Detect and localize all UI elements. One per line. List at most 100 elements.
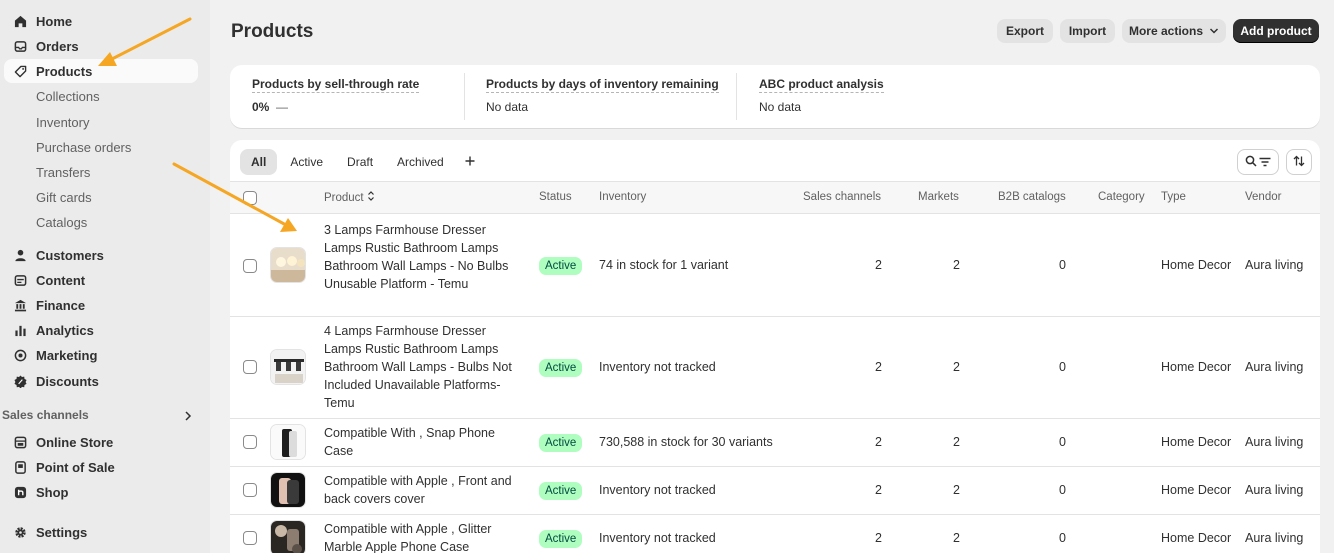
product-thumbnail <box>270 424 306 460</box>
sidebar-item-label: Point of Sale <box>36 459 115 475</box>
discount-icon <box>4 374 36 388</box>
metric-value: No data <box>486 100 529 114</box>
vendor-value: Aura living <box>1245 483 1304 497</box>
sales-channels-value: 2 <box>875 531 882 545</box>
product-name[interactable]: Compatible With , Snap Phone Case <box>324 424 514 460</box>
tab-draft[interactable]: Draft <box>336 149 384 175</box>
sales-channels-value: 2 <box>875 258 882 272</box>
table-row[interactable]: 4 Lamps Farmhouse Dresser Lamps Rustic B… <box>230 317 1320 419</box>
column-status[interactable]: Status <box>539 191 572 203</box>
inventory-value: Inventory not tracked <box>599 360 716 374</box>
sidebar-subitem-transfers[interactable]: Transfers <box>36 162 90 182</box>
tab-archived[interactable]: Archived <box>386 149 455 175</box>
b2b-value: 0 <box>1059 360 1066 374</box>
export-button[interactable]: Export <box>997 19 1053 43</box>
sidebar-item-settings[interactable]: Settings <box>4 520 198 544</box>
column-inventory[interactable]: Inventory <box>599 191 646 203</box>
add-product-button[interactable]: Add product <box>1233 19 1319 43</box>
inbox-icon <box>4 40 36 53</box>
column-type[interactable]: Type <box>1161 191 1186 203</box>
sidebar-subitem-inventory[interactable]: Inventory <box>36 112 89 132</box>
metric-title: Products by days of inventory remaining <box>486 77 719 93</box>
sidebar-item-discounts[interactable]: Discounts <box>4 369 198 393</box>
row-checkbox[interactable] <box>243 483 257 497</box>
column-vendor[interactable]: Vendor <box>1245 191 1281 203</box>
sidebar-item-label: Marketing <box>36 347 98 363</box>
sidebar-item-online-store[interactable]: Online Store <box>4 430 198 454</box>
status-badge: Active <box>539 482 583 500</box>
column-sales-channels[interactable]: Sales channels <box>803 191 881 203</box>
sidebar-item-analytics[interactable]: Analytics <box>4 318 198 342</box>
row-checkbox[interactable] <box>243 259 257 273</box>
tab-active[interactable]: Active <box>279 149 334 175</box>
person-icon <box>4 249 36 262</box>
sidebar-item-label: Analytics <box>36 322 94 338</box>
sales-channels-heading[interactable]: Sales channels <box>2 408 89 422</box>
sidebar-item-point-of-sale[interactable]: Point of Sale <box>4 455 198 479</box>
metric-value: No data <box>759 100 802 114</box>
import-button[interactable]: Import <box>1060 19 1115 43</box>
metrics-card: Products by sell-through rate 0% — Produ… <box>230 65 1320 128</box>
vendor-value: Aura living <box>1245 435 1304 449</box>
more-actions-button[interactable]: More actions <box>1122 19 1226 43</box>
sidebar-item-customers[interactable]: Customers <box>4 243 198 267</box>
sidebar-item-home[interactable]: Home <box>4 9 198 33</box>
sidebar-item-label: Home <box>36 13 73 29</box>
product-thumbnail <box>270 349 306 385</box>
select-all-checkbox[interactable] <box>243 191 257 205</box>
home-icon <box>4 15 36 28</box>
column-category[interactable]: Category <box>1098 191 1145 203</box>
product-name[interactable]: 3 Lamps Farmhouse Dresser Lamps Rustic B… <box>324 221 514 293</box>
bank-icon <box>4 299 36 312</box>
column-product[interactable]: Product <box>324 191 375 204</box>
search-filter-button[interactable] <box>1237 149 1279 175</box>
type-value: Home Decor <box>1161 360 1232 374</box>
b2b-value: 0 <box>1059 483 1066 497</box>
row-checkbox[interactable] <box>243 360 257 374</box>
row-checkbox[interactable] <box>243 435 257 449</box>
type-value: Home Decor <box>1161 258 1232 272</box>
sort-button[interactable] <box>1286 149 1312 175</box>
type-value: Home Decor <box>1161 483 1232 497</box>
sort-icon <box>1293 155 1305 170</box>
product-name[interactable]: Compatible with Apple , Glitter Marble A… <box>324 520 514 553</box>
sidebar-subitem-purchase-orders[interactable]: Purchase orders <box>36 137 131 157</box>
sidebar-item-label: Settings <box>36 524 88 540</box>
sidebar-subitem-collections[interactable]: Collections <box>36 86 100 106</box>
sidebar-item-label: Orders <box>36 38 79 54</box>
table-row[interactable]: Compatible with Apple , Glitter Marble A… <box>230 515 1320 553</box>
sidebar-item-marketing[interactable]: Marketing <box>4 343 198 367</box>
sidebar-subitem-catalogs[interactable]: Catalogs <box>36 212 87 232</box>
gear-icon <box>4 526 36 539</box>
vendor-value: Aura living <box>1245 360 1304 374</box>
sidebar-subitem-gift-cards[interactable]: Gift cards <box>36 187 92 207</box>
filter-icon <box>1259 155 1271 170</box>
table-row[interactable]: 3 Lamps Farmhouse Dresser Lamps Rustic B… <box>230 214 1320 317</box>
chevron-right-icon[interactable] <box>183 410 193 425</box>
sidebar-item-orders[interactable]: Orders <box>4 34 198 58</box>
table-row[interactable]: Compatible with Apple , Front and back c… <box>230 467 1320 515</box>
table-row[interactable]: Compatible With , Snap Phone Case Active… <box>230 419 1320 467</box>
product-name[interactable]: 4 Lamps Farmhouse Dresser Lamps Rustic B… <box>324 322 514 412</box>
tab-all[interactable]: All <box>240 149 278 175</box>
sidebar-item-finance[interactable]: Finance <box>4 293 198 317</box>
sidebar-item-label: Customers <box>36 247 104 263</box>
product-name[interactable]: Compatible with Apple , Front and back c… <box>324 472 514 508</box>
markets-value: 2 <box>953 531 960 545</box>
sort-toggle-icon <box>367 191 375 204</box>
view-tabs: All Active Draft Archived <box>240 149 485 175</box>
add-view-button[interactable] <box>457 149 483 175</box>
sidebar-item-content[interactable]: Content <box>4 268 198 292</box>
metric-title: Products by sell-through rate <box>252 77 420 93</box>
sales-channels-value: 2 <box>875 360 882 374</box>
sales-channels-value: 2 <box>875 435 882 449</box>
type-value: Home Decor <box>1161 531 1232 545</box>
column-b2b-catalogs[interactable]: B2B catalogs <box>998 191 1066 203</box>
row-checkbox[interactable] <box>243 531 257 545</box>
markets-value: 2 <box>953 435 960 449</box>
metric-value: 0% — <box>252 100 289 114</box>
sidebar-item-products[interactable]: Products <box>4 59 198 83</box>
column-markets[interactable]: Markets <box>918 191 959 203</box>
sidebar-item-shop[interactable]: Shop <box>4 480 198 504</box>
vendor-value: Aura living <box>1245 258 1304 272</box>
